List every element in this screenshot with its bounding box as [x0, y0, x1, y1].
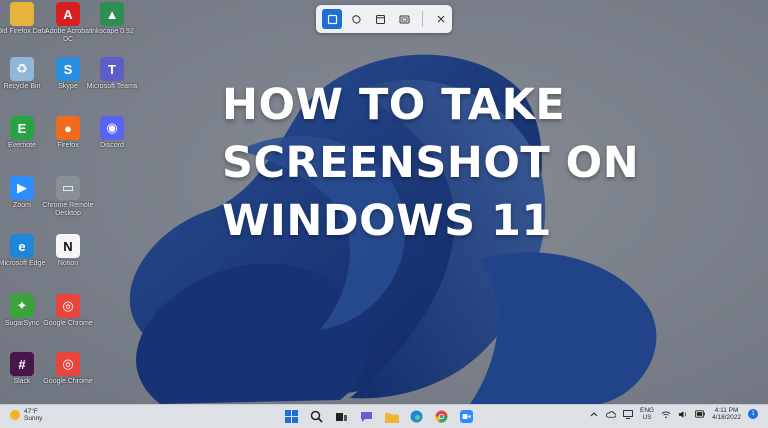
headline-line-2: SCREENSHOT ON: [222, 138, 640, 188]
wifi-icon: [661, 411, 671, 418]
desktop-icon[interactable]: ◎ Google Chrome: [40, 352, 96, 404]
sun-icon: [10, 410, 20, 420]
fullscreen-snip-button[interactable]: [394, 9, 414, 29]
acrobat-icon: A: [56, 2, 80, 26]
firefox-icon: ●: [56, 116, 80, 140]
taskbar: 47°F Sunny ENG US 4:11 PM 4/18/2022 1: [0, 404, 768, 428]
desktop-icon-label: Google Chrome: [43, 378, 93, 385]
chrome-icon: ◎: [56, 294, 80, 318]
battery-button[interactable]: [695, 409, 705, 419]
window-icon: [375, 14, 385, 24]
headline-line-3: WINDOWS 11: [222, 196, 552, 246]
region-code: US: [642, 414, 652, 421]
freeform-snip-button[interactable]: [346, 9, 366, 29]
search-button[interactable]: [307, 407, 326, 426]
chrome-icon: ◎: [56, 352, 80, 376]
window-snip-button[interactable]: [370, 9, 390, 29]
zoom-button[interactable]: [457, 407, 476, 426]
toolbar-divider: [422, 11, 423, 27]
system-tray: ENG US 4:11 PM 4/18/2022 1: [589, 407, 758, 421]
rectangle-icon: [327, 14, 337, 24]
clock-button[interactable]: 4:11 PM 4/18/2022: [712, 407, 741, 421]
evernote-icon: E: [10, 116, 34, 140]
discord-icon: ◉: [100, 116, 124, 140]
zoom-icon: ▶: [10, 176, 34, 200]
close-snip-button[interactable]: [431, 9, 451, 29]
desktop-icon[interactable]: T Microsoft Teams: [84, 57, 140, 113]
desktop-icon[interactable]: ◉ Discord: [84, 116, 140, 172]
edge-button[interactable]: [407, 407, 426, 426]
desktop-empty-slot: [84, 234, 140, 290]
headline: HOW TO TAKE SCREENSHOT ON WINDOWS 11: [222, 76, 742, 250]
cloud-icon: [605, 410, 616, 418]
battery-icon: [695, 410, 705, 418]
edge-icon: [410, 410, 423, 423]
folder-icon: [384, 412, 399, 423]
desktop-empty-slot: [84, 294, 140, 350]
task-view-button[interactable]: [332, 407, 351, 426]
chrome-remote-desktop-icon: ▭: [56, 176, 80, 200]
weather-temperature: 47°F: [24, 408, 38, 415]
show-hidden-icons-button[interactable]: [589, 409, 599, 419]
recycle-bin-icon: ♻: [10, 57, 34, 81]
input-language-button[interactable]: ENG US: [640, 407, 654, 421]
snipping-tool-toolbar: [316, 5, 452, 33]
fullscreen-icon: [399, 15, 409, 23]
monitor-icon: [623, 409, 633, 419]
notion-icon: N: [56, 234, 80, 258]
desktop-icon[interactable]: ▲ Inkscape 0.92: [84, 2, 140, 58]
display-icon[interactable]: [623, 409, 633, 419]
sugarsync-icon: ✦: [10, 294, 34, 318]
chrome-button[interactable]: [432, 407, 451, 426]
clock-date: 4/18/2022: [712, 414, 741, 421]
wifi-button[interactable]: [661, 409, 671, 419]
chat-icon: [361, 412, 372, 422]
rectangle-snip-button[interactable]: [322, 9, 342, 29]
folder-icon: [10, 2, 34, 26]
desktop-empty-slot: [84, 176, 140, 232]
edge-icon: e: [10, 234, 34, 258]
onedrive-button[interactable]: [605, 409, 616, 419]
blank-icon: [100, 234, 124, 258]
teams-icon: T: [100, 57, 124, 81]
start-button[interactable]: [282, 407, 301, 426]
volume-button[interactable]: [678, 409, 688, 419]
taskbar-apps: [282, 407, 476, 426]
chevron-up-icon: [590, 412, 598, 417]
search-icon: [310, 410, 323, 423]
headline-line-1: HOW TO TAKE: [222, 80, 566, 130]
speaker-icon: [678, 410, 686, 418]
desktop: Old Firefox Data A Adobe Acrobat DC ▲ Inksca…: [0, 0, 768, 404]
desktop-icon-label: Inkscape 0.92: [90, 28, 134, 35]
chrome-icon: [435, 410, 448, 423]
zoom-icon: [460, 410, 473, 423]
weather-condition: Sunny: [24, 415, 43, 422]
skype-icon: S: [56, 57, 80, 81]
teams-chat-button[interactable]: [357, 407, 376, 426]
blank-icon: [100, 294, 124, 318]
language-code: ENG: [639, 407, 655, 414]
notification-badge[interactable]: 1: [748, 409, 758, 419]
freeform-icon: [351, 14, 361, 24]
windows-logo-icon: [285, 410, 298, 423]
slack-icon: #: [10, 352, 34, 376]
desktop-icon-label: Microsoft Teams: [86, 83, 138, 90]
close-icon: [437, 15, 445, 23]
desktop-icon-label: Discord: [100, 142, 124, 149]
clock-time: 4:11 PM: [714, 407, 739, 414]
inkscape-icon: ▲: [100, 2, 124, 26]
blank-icon: [100, 176, 124, 200]
task-view-icon: [336, 413, 347, 421]
weather-widget[interactable]: 47°F Sunny: [10, 408, 42, 422]
file-explorer-button[interactable]: [382, 407, 401, 426]
